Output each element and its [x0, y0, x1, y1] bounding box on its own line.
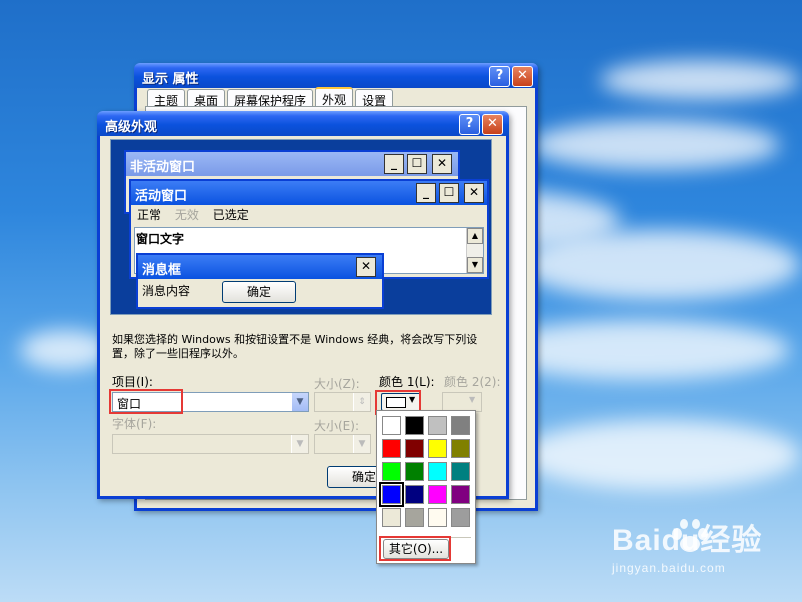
chevron-down-icon: ▼ — [291, 435, 308, 453]
color-swatch[interactable] — [451, 439, 470, 458]
preview-window-text: 窗口文字 — [136, 232, 185, 246]
color1-label: 颜色 1(L): — [379, 375, 435, 389]
color-swatch[interactable] — [428, 485, 447, 504]
preview-message-text: 消息内容 — [142, 284, 191, 298]
tab-settings[interactable]: 设置 — [355, 89, 394, 108]
highlight-item-select — [109, 389, 183, 414]
advanced-appearance-title: 高级外观 — [105, 120, 158, 135]
font-select: ▼ — [112, 434, 309, 454]
color-swatch[interactable] — [382, 508, 401, 527]
close-icon: ✕ — [432, 154, 452, 174]
watermark: Baidu经验 jingyan.baidu.com — [612, 515, 762, 575]
appearance-preview[interactable]: 非活动窗口 _ ☐ ✕ 活动窗口 _ ☐ ✕ 正常 无效 已选定 窗口文字 ▲ — [110, 139, 492, 315]
size-label: 大小(Z): — [314, 377, 360, 391]
minimize-icon: _ — [384, 154, 404, 174]
preview-inactive-title: 非活动窗口 — [130, 160, 196, 175]
preview-ok-button: 确定 — [222, 281, 296, 303]
tab-screensaver[interactable]: 屏幕保护程序 — [227, 89, 314, 108]
color-swatch[interactable] — [451, 508, 470, 527]
tab-theme[interactable]: 主题 — [147, 89, 186, 108]
preview-active-title: 活动窗口 — [135, 189, 188, 204]
chevron-down-icon: ▼ — [469, 395, 476, 404]
font-size-label: 大小(E): — [314, 419, 359, 433]
chevron-down-icon: ▼ — [353, 435, 370, 453]
preview-scrollbar: ▲ ▼ — [466, 228, 483, 273]
item-label: 项目(I): — [112, 375, 153, 389]
font-size-select: ▼ — [314, 434, 371, 454]
maximize-icon: ☐ — [439, 183, 459, 203]
display-properties-titlebar[interactable]: 显示 属性 ? ✕ — [134, 63, 538, 88]
spinner-icon: ⇕ — [353, 393, 370, 411]
tab-desktop[interactable]: 桌面 — [187, 89, 226, 108]
color-swatch[interactable] — [428, 439, 447, 458]
color-swatch[interactable] — [405, 462, 424, 481]
color-swatch[interactable] — [428, 416, 447, 435]
color-swatch[interactable] — [382, 462, 401, 481]
close-button[interactable]: ✕ — [482, 114, 503, 135]
close-button[interactable]: ✕ — [512, 66, 533, 87]
watermark-url: jingyan.baidu.com — [612, 561, 726, 575]
help-button[interactable]: ? — [489, 66, 510, 87]
color2-label: 颜色 2(2): — [444, 375, 501, 389]
highlight-other-colors — [379, 536, 451, 561]
color-swatch[interactable] — [405, 416, 424, 435]
color-swatch[interactable] — [428, 462, 447, 481]
size-spinner: ⇕ — [314, 392, 371, 412]
color-swatch[interactable] — [451, 485, 470, 504]
advanced-appearance-titlebar[interactable]: 高级外观 ? ✕ — [97, 111, 509, 136]
close-icon: ✕ — [356, 257, 376, 277]
color-swatch[interactable] — [405, 508, 424, 527]
scroll-down-icon: ▼ — [467, 257, 483, 273]
color-swatch[interactable] — [405, 485, 424, 504]
override-note: 如果您选择的 Windows 和按钮设置不是 Windows 经典，将会改写下列… — [112, 333, 478, 360]
color-swatch[interactable] — [405, 439, 424, 458]
menu-selected: 已选定 — [212, 208, 249, 222]
color-swatch[interactable] — [382, 416, 401, 435]
font-label: 字体(F): — [112, 417, 157, 431]
color-swatch[interactable] — [451, 416, 470, 435]
menu-disabled: 无效 — [174, 208, 199, 222]
display-properties-title: 显示 属性 — [142, 72, 199, 87]
tab-strip: 主题 桌面 屏幕保护程序 外观 设置 — [147, 87, 394, 108]
help-button[interactable]: ? — [459, 114, 480, 135]
tab-appearance[interactable]: 外观 — [315, 87, 354, 107]
watermark-brand: Baidu经验 — [612, 524, 763, 557]
chevron-down-icon[interactable]: ▼ — [291, 393, 308, 411]
color-swatch[interactable] — [451, 462, 470, 481]
color-swatch[interactable] — [379, 482, 404, 507]
preview-message-box: 消息框 ✕ 消息内容 确定 — [136, 253, 384, 309]
menu-normal: 正常 — [137, 208, 162, 222]
scroll-up-icon: ▲ — [467, 228, 483, 244]
minimize-icon: _ — [416, 183, 436, 203]
color-swatch[interactable] — [382, 439, 401, 458]
maximize-icon: ☐ — [407, 154, 427, 174]
close-icon: ✕ — [464, 183, 484, 203]
preview-menu: 正常 无效 已选定 — [131, 205, 487, 225]
preview-message-title: 消息框 — [142, 263, 182, 278]
color-swatch[interactable] — [428, 508, 447, 527]
color2-button: ▼ — [442, 392, 482, 412]
